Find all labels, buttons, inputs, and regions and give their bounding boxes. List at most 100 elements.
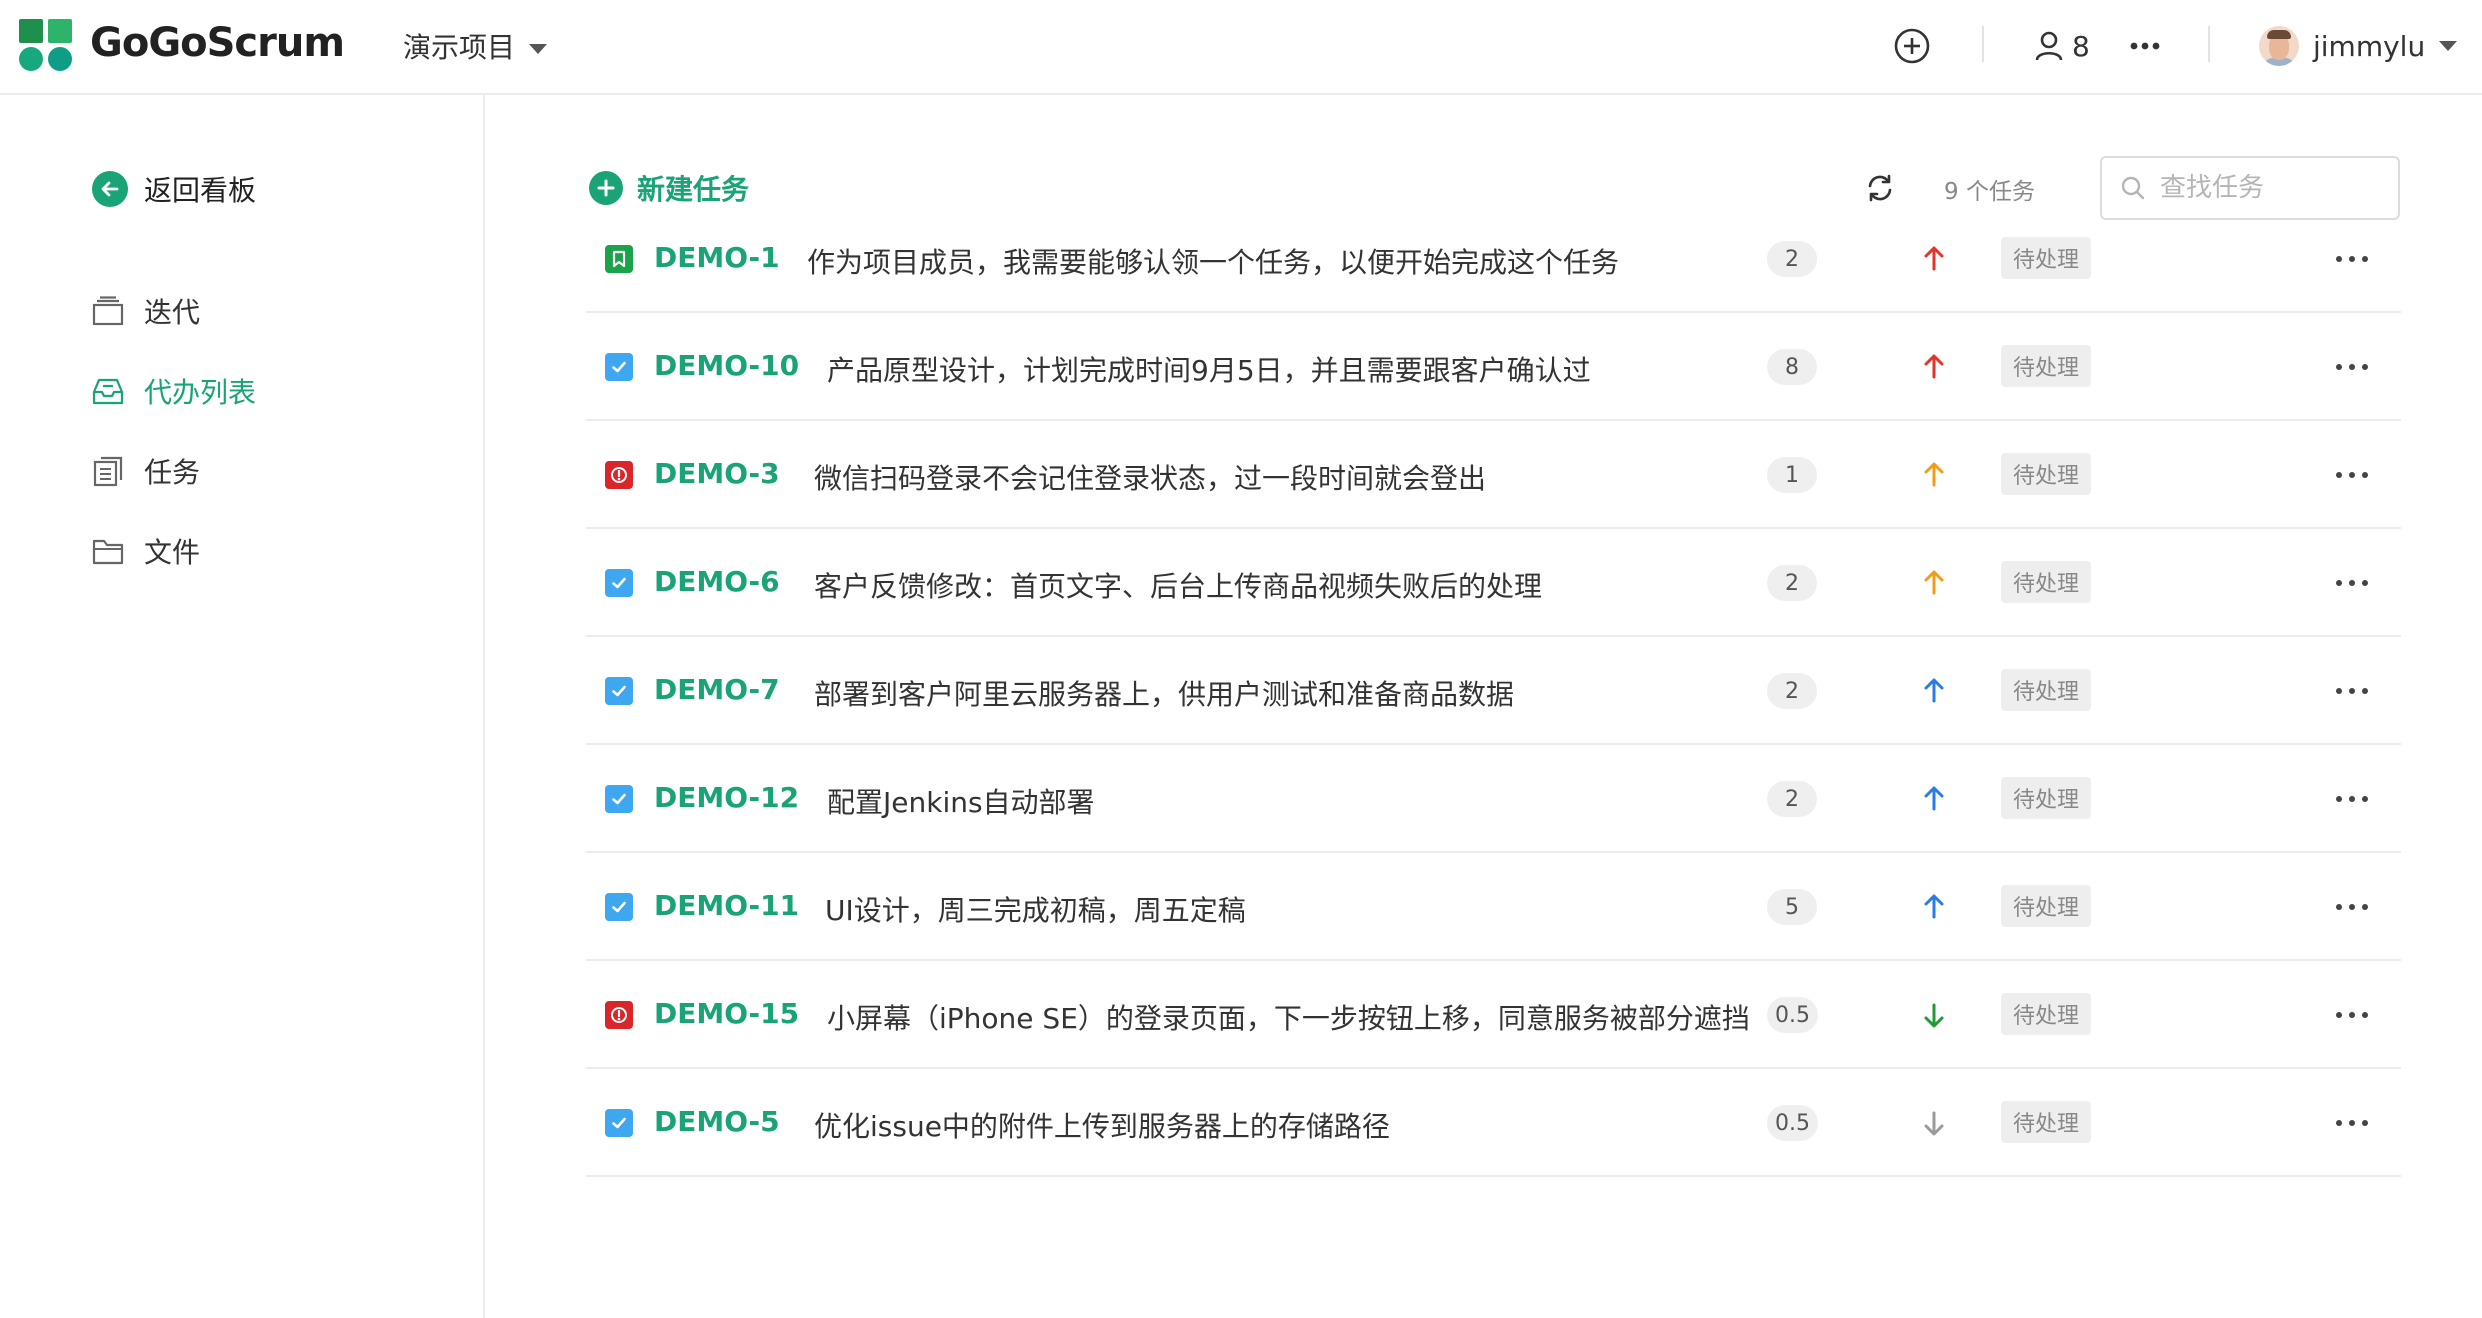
priority-low-arrow-icon[interactable] [1916,997,1952,1033]
status-badge[interactable]: 待处理 [2001,777,2092,819]
priority-medium-arrow-icon[interactable] [1916,457,1952,493]
task-id[interactable]: DEMO-6 [654,565,780,598]
task-icon [605,785,633,813]
task-id[interactable]: DEMO-11 [654,889,799,922]
task-icon [605,893,633,921]
refresh-icon [1868,174,1892,202]
brand-name[interactable]: GoGoScrum [90,20,345,66]
task-row[interactable]: DEMO-6 客户反馈修改：首页文字、后台上传商品视频失败后的处理 2 待处理 [586,529,2401,637]
status-badge[interactable]: 待处理 [2001,993,2092,1035]
task-title[interactable]: 部署到客户阿里云服务器上，供用户测试和准备商品数据 [814,673,1514,713]
story-points-badge[interactable]: 0.5 [1767,1105,1818,1141]
new-task-label: 新建任务 [637,173,750,206]
tasks-icon [93,456,123,487]
row-more-button[interactable] [2336,1001,2368,1029]
row-more-button[interactable] [2336,785,2368,813]
task-icon [605,353,633,381]
divider [1982,26,1984,62]
story-points-badge[interactable]: 5 [1767,889,1817,925]
task-row[interactable]: DEMO-7 部署到客户阿里云服务器上，供用户测试和准备商品数据 2 待处理 [586,637,2401,745]
sidebar-item-sprint[interactable]: 迭代 [92,291,200,331]
task-title[interactable]: 微信扫码登录不会记住登录状态，过一段时间就会登出 [814,457,1486,497]
task-id[interactable]: DEMO-12 [654,781,799,814]
row-more-button[interactable] [2336,461,2368,489]
task-id[interactable]: DEMO-1 [654,241,780,274]
refresh-button[interactable] [1862,170,1898,206]
task-id[interactable]: DEMO-15 [654,997,799,1030]
task-row[interactable]: DEMO-11 UI设计，周三完成初稿，周五定稿 5 待处理 [586,853,2401,961]
avatar [2259,26,2299,66]
status-badge[interactable]: 待处理 [2001,345,2092,387]
chevron-down-icon [529,44,548,54]
task-title[interactable]: UI设计，周三完成初稿，周五定稿 [825,889,1246,929]
plus-icon [589,171,623,205]
priority-normal-arrow-icon[interactable] [1916,673,1952,709]
row-more-button[interactable] [2336,353,2368,381]
task-row[interactable]: DEMO-1 作为项目成员，我需要能够认领一个任务，以便开始完成这个任务 2 待… [586,205,2401,313]
member-count: 8 [2072,29,2090,63]
row-more-button[interactable] [2336,893,2368,921]
status-badge[interactable]: 待处理 [2001,885,2092,927]
task-row[interactable]: DEMO-3 微信扫码登录不会记住登录状态，过一段时间就会登出 1 待处理 [586,421,2401,529]
task-title[interactable]: 小屏幕（iPhone SE）的登录页面，下一步按钮上移，同意服务被部分遮挡 [827,997,1750,1037]
story-points-badge[interactable]: 2 [1767,673,1817,709]
row-more-button[interactable] [2336,1109,2368,1137]
add-circle-icon [1894,28,1930,64]
sidebar-item-tasks[interactable]: 任务 [92,451,200,491]
status-badge[interactable]: 待处理 [2001,453,2092,495]
task-id[interactable]: DEMO-5 [654,1105,780,1138]
task-title[interactable]: 作为项目成员，我需要能够认领一个任务，以便开始完成这个任务 [807,241,1619,281]
row-more-button[interactable] [2336,245,2368,273]
priority-high-arrow-icon[interactable] [1916,349,1952,385]
top-header: GoGoScrum 演示项目 8 jimmylu [0,0,2482,95]
project-selector[interactable]: 演示项目 [403,26,548,66]
sprint-icon [92,296,124,326]
status-badge[interactable]: 待处理 [2001,669,2092,711]
arrow-left-icon [92,171,128,207]
more-menu-button[interactable] [2130,24,2160,68]
task-id[interactable]: DEMO-10 [654,349,799,382]
sidebar-item-files[interactable]: 文件 [92,531,200,571]
story-points-badge[interactable]: 2 [1767,781,1817,817]
priority-high-arrow-icon[interactable] [1916,241,1952,277]
task-title[interactable]: 产品原型设计，计划完成时间9月5日，并且需要跟客户确认过 [827,349,1591,389]
search-input[interactable] [2160,173,2380,203]
story-points-badge[interactable]: 2 [1767,241,1817,277]
status-badge[interactable]: 待处理 [2001,1101,2092,1143]
row-more-button[interactable] [2336,569,2368,597]
task-icon [605,1109,633,1137]
task-id[interactable]: DEMO-3 [654,457,780,490]
story-points-badge[interactable]: 0.5 [1767,997,1818,1033]
status-badge[interactable]: 待处理 [2001,237,2092,279]
task-title[interactable]: 优化issue中的附件上传到服务器上的存储路径 [814,1105,1390,1145]
priority-medium-arrow-icon[interactable] [1916,565,1952,601]
task-row[interactable]: DEMO-10 产品原型设计，计划完成时间9月5日，并且需要跟客户确认过 8 待… [586,313,2401,421]
task-row[interactable]: DEMO-5 优化issue中的附件上传到服务器上的存储路径 0.5 待处理 [586,1069,2401,1177]
user-menu[interactable]: jimmylu [2259,24,2458,68]
task-row[interactable]: DEMO-15 小屏幕（iPhone SE）的登录页面，下一步按钮上移，同意服务… [586,961,2401,1069]
priority-lowest-arrow-icon[interactable] [1916,1105,1952,1141]
status-badge[interactable]: 待处理 [2001,561,2092,603]
priority-normal-arrow-icon[interactable] [1916,781,1952,817]
task-title[interactable]: 配置Jenkins自动部署 [827,781,1095,821]
row-more-button[interactable] [2336,677,2368,705]
chevron-down-icon [2439,41,2458,51]
new-task-button[interactable]: 新建任务 [589,168,749,208]
sidebar: 返回看板 迭代 代办列表 任务 文件 [0,95,485,1318]
task-title[interactable]: 客户反馈修改：首页文字、后台上传商品视频失败后的处理 [814,565,1542,605]
priority-normal-arrow-icon[interactable] [1916,889,1952,925]
members-button[interactable]: 8 [2034,24,2090,68]
story-points-badge[interactable]: 1 [1767,457,1817,493]
task-icon [605,677,633,705]
back-to-board-button[interactable]: 返回看板 [92,169,256,209]
story-points-badge[interactable]: 2 [1767,565,1817,601]
logo-icon[interactable] [19,19,73,71]
add-button[interactable] [1893,24,1931,68]
story-points-badge[interactable]: 8 [1767,349,1817,385]
bug-icon [605,461,633,489]
task-icon [605,569,633,597]
sidebar-item-backlog[interactable]: 代办列表 [92,371,256,411]
more-icon [2130,42,2160,50]
task-row[interactable]: DEMO-12 配置Jenkins自动部署 2 待处理 [586,745,2401,853]
task-id[interactable]: DEMO-7 [654,673,780,706]
